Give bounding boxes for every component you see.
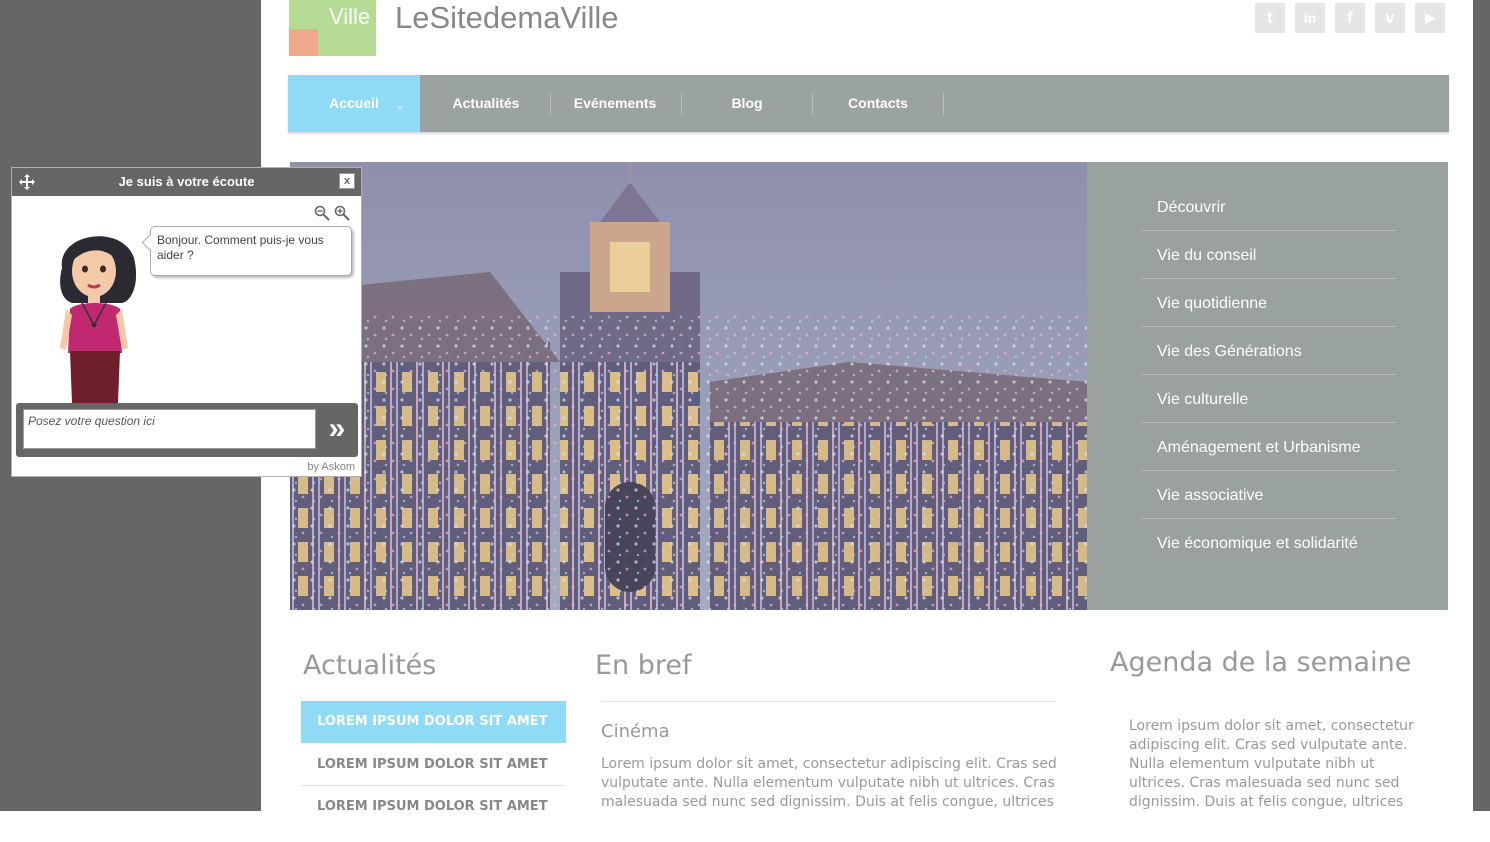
right-backdrop [1473,0,1490,811]
site-title[interactable]: LeSitedemaVille [395,0,618,36]
cinema-heading[interactable]: Cinéma [601,721,670,742]
close-button[interactable]: x [339,173,355,189]
nav-item-blog[interactable]: Blog [682,75,812,132]
chat-message-bubble: Bonjour. Comment puis-je vous aider ? [141,226,352,276]
menu-item-vie-des-generations[interactable]: Vie des Générations [1141,328,1396,375]
linkedin-icon[interactable]: in [1295,3,1325,33]
nav-item-evenements[interactable]: Evénements [551,75,679,132]
nav-divider [943,93,944,115]
town-hall-illuminated-image [290,162,1088,610]
site-logo[interactable]: Ville [289,0,376,56]
zoom-in-icon[interactable] [334,205,350,221]
send-button[interactable]: » [322,411,352,449]
agenda-heading: Agenda de la semaine [1110,647,1412,678]
vimeo-icon[interactable]: v [1375,3,1405,33]
nav-item-contacts[interactable]: Contacts [813,75,943,132]
section-divider [602,701,1056,702]
chat-title: Je suis à votre écoute [118,174,255,189]
news-item[interactable]: LOREM IPSUM DOLOR SIT AMET [301,786,566,811]
nav-item-label: Accueil [329,95,379,111]
menu-item-amenagement[interactable]: Aménagement et Urbanisme [1141,424,1396,471]
page: Ville LeSitedemaVille t in f v ▶ Accueil… [261,0,1473,811]
news-item[interactable]: LOREM IPSUM DOLOR SIT AMET [301,701,566,743]
chat-widget: Je suis à votre écoute x Bonjour. Commen… [11,167,362,477]
menu-item-decouvrir[interactable]: Découvrir [1141,184,1396,231]
chat-credit: by Askom [307,461,355,473]
chat-input-bar: » [16,403,358,457]
hero-image [290,162,1088,610]
chevron-down-icon [396,106,404,111]
menu-item-vie-du-conseil[interactable]: Vie du conseil [1141,232,1396,279]
hero-side-menu: Découvrir Vie du conseil Vie quotidienne… [1087,162,1448,610]
chat-header[interactable]: Je suis à votre écoute x [12,168,361,196]
logo-square [289,29,318,56]
main-nav: Accueil Actualités Evénements Blog Conta… [288,75,1449,132]
menu-item-vie-culturelle[interactable]: Vie culturelle [1141,376,1396,423]
en-bref-text: Lorem ipsum dolor sit amet, consectetur … [601,756,1057,810]
agenda-text: Lorem ipsum dolor sit amet, consectetur … [1129,718,1414,810]
chat-message-text: Bonjour. Comment puis-je vous aider ? [157,233,324,262]
bubble-tail [141,234,158,251]
menu-item-vie-quotidienne[interactable]: Vie quotidienne [1141,280,1396,327]
menu-item-vie-associative[interactable]: Vie associative [1141,472,1396,519]
zoom-out-icon[interactable] [314,205,330,221]
facebook-icon[interactable]: f [1335,3,1365,33]
youtube-icon[interactable]: ▶ [1415,3,1445,33]
news-item[interactable]: LOREM IPSUM DOLOR SIT AMET [301,744,566,786]
en-bref-heading: En bref [595,650,692,681]
nav-item-accueil[interactable]: Accueil [288,75,420,132]
logo-text: Ville [329,4,371,29]
chat-question-input[interactable] [23,409,316,449]
actualites-heading: Actualités [303,650,437,681]
twitter-icon[interactable]: t [1255,3,1285,33]
nav-item-actualites[interactable]: Actualités [420,75,552,132]
assistant-avatar [60,236,137,403]
menu-item-vie-economique[interactable]: Vie économique et solidarité [1141,520,1396,567]
